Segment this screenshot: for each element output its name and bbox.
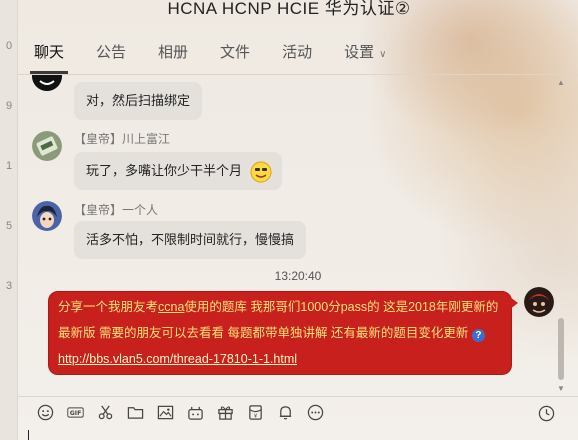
scroll-up-icon[interactable]: ▲ <box>556 78 566 88</box>
emoji-button[interactable] <box>30 401 60 425</box>
bell-icon <box>279 406 291 420</box>
message-input[interactable] <box>18 428 578 440</box>
left-strip-digit: 5 <box>5 220 13 232</box>
gift-button[interactable] <box>210 401 240 425</box>
message-bubble: 对，然后扫描绑定 <box>74 82 203 120</box>
gif-button[interactable]: GIF <box>60 401 90 425</box>
tab-settings[interactable]: 设置 ∨ <box>328 36 402 74</box>
tab-announcement[interactable]: 公告 <box>80 36 142 74</box>
message-bubble: 玩了，多嘴让你少干半个月 <box>74 152 283 190</box>
message-keyword: ccna <box>158 300 185 314</box>
tab-files[interactable]: 文件 <box>204 36 266 74</box>
gift-icon <box>217 406 233 420</box>
avatar[interactable] <box>32 75 62 91</box>
sender-name: 【皇帝】一个人 <box>74 203 159 217</box>
svg-text:¥: ¥ <box>253 414 257 420</box>
voice-button[interactable] <box>180 401 210 425</box>
chevron-down-icon: ∨ <box>379 49 387 60</box>
game-icon <box>187 406 203 420</box>
left-strip-digit: 9 <box>5 100 13 112</box>
message-list: 对，然后扫描绑定 【皇帝】川上富江 玩了，多嘴让你少干半个月 【皇帝】一个人 活… <box>18 75 578 395</box>
clock-icon <box>538 405 554 421</box>
message-timestamp: 13:20:40 <box>274 269 322 283</box>
more-icon <box>307 404 323 421</box>
my-message-bubble: 分享一个我朋友考ccna使用的题库 我那哥们1000分pass的 这是2018年… <box>48 291 512 375</box>
tab-chat[interactable]: 聊天 <box>18 36 80 74</box>
emoji-icon <box>37 404 53 421</box>
image-button[interactable] <box>150 401 180 425</box>
scroll-down-icon[interactable]: ▼ <box>556 384 566 394</box>
sender-name: 【皇帝】川上富江 <box>74 132 171 146</box>
group-tabs: 聊天 公告 相册 文件 活动 设置 ∨ <box>18 36 402 74</box>
more-button[interactable] <box>300 401 330 425</box>
tab-album[interactable]: 相册 <box>142 36 204 74</box>
message-bubble: 活多不怕，不限制时间就行，慢慢搞 <box>74 221 307 259</box>
red-packet-button[interactable]: ¥ <box>240 401 270 425</box>
left-strip-digit: 3 <box>5 280 13 292</box>
chat-scrollbar[interactable]: ▲ ▼ <box>556 78 566 394</box>
svg-text:GIF: GIF <box>69 410 81 417</box>
notify-button[interactable] <box>270 401 300 425</box>
left-chat-list-strip: 0 9 1 5 3 <box>0 0 18 440</box>
scroll-thumb[interactable] <box>558 318 564 380</box>
window-title: HCNA HCNP HCIE 华为认证② <box>167 0 411 18</box>
tab-settings-label: 设置 <box>344 44 375 61</box>
my-avatar[interactable] <box>524 287 554 317</box>
link-security-icon: ? <box>471 329 485 342</box>
tab-activity[interactable]: 活动 <box>266 36 328 74</box>
left-strip-digit: 1 <box>5 160 13 172</box>
gif-icon: GIF <box>66 407 84 418</box>
message-text: 分享一个我朋友考 <box>58 300 159 314</box>
screenshot-button[interactable] <box>90 401 120 425</box>
image-icon <box>157 405 173 420</box>
avatar[interactable] <box>32 131 62 161</box>
bubble-tail <box>510 297 518 309</box>
message-link[interactable]: http://bbs.vlan5.com/thread-17810-1-1.ht… <box>58 352 297 366</box>
red-packet-icon: ¥ <box>248 405 262 420</box>
file-button[interactable] <box>120 401 150 425</box>
text-cursor <box>28 430 29 440</box>
folder-icon <box>127 407 143 419</box>
input-toolbar: GIF ¥ <box>18 396 578 428</box>
left-strip-digit: 0 <box>5 40 13 52</box>
scissors-icon <box>98 405 112 420</box>
smile-emoji-icon <box>250 160 272 183</box>
message-text: 玩了，多嘴让你少干半个月 <box>86 163 243 178</box>
avatar[interactable] <box>32 201 62 231</box>
history-button[interactable] <box>534 401 558 425</box>
